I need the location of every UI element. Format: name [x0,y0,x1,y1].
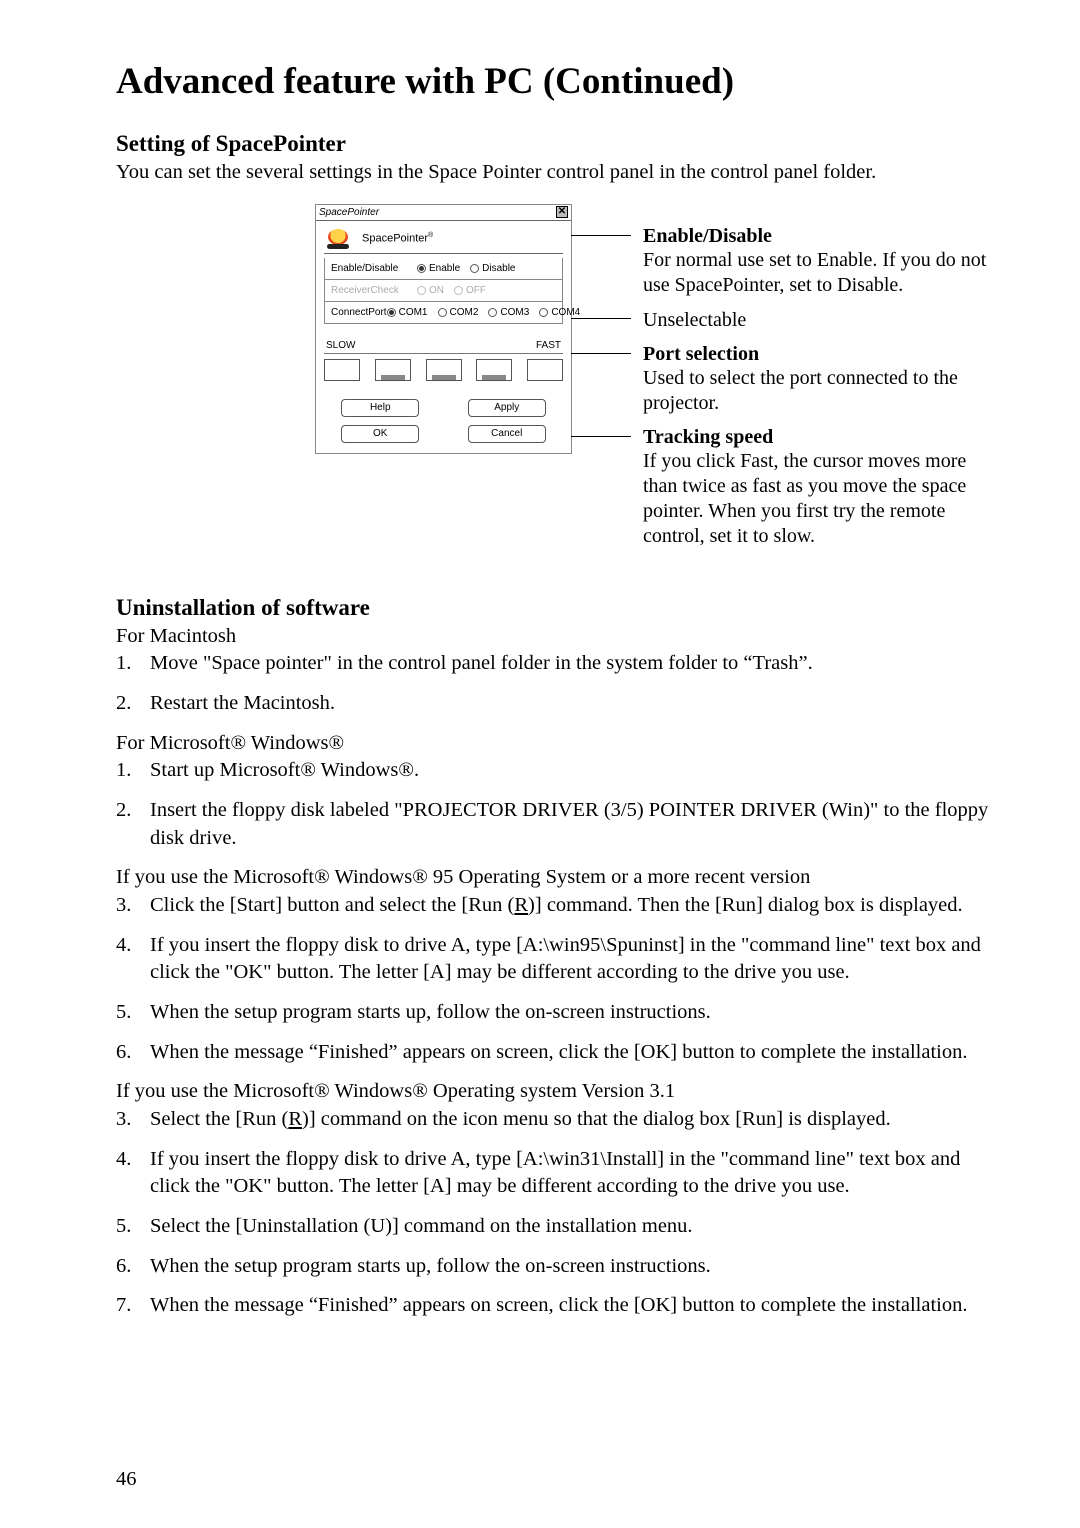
label-enable-disable: Enable/Disable [331,263,417,274]
radio-disable[interactable]: Disable [470,263,515,274]
win31-step6: When the setup program starts up, follow… [150,1253,992,1281]
help-button[interactable]: Help [341,399,419,417]
section-title-uninstall: Uninstallation of software [116,595,992,621]
label-connect-port: ConnectPort [331,307,387,318]
row-receiver-check: ReceiverCheck ON OFF [324,280,563,302]
win31-step4: If you insert the floppy disk to drive A… [150,1146,992,1201]
mac-step2: Restart the Macintosh. [150,690,992,718]
mac-step1: Move "Space pointer" in the control pane… [150,650,992,678]
win95-step3: Click the [Start] button and select the … [150,892,992,920]
win95-step4-num: 4. [116,932,150,987]
radio-receiver-off: OFF [454,285,486,296]
dialog-title-bar: SpacePointer ✕ [316,205,571,221]
callout-port-title: Port selection [643,343,992,366]
win95-step3-num: 3. [116,892,150,920]
page-title: Advanced feature with PC (Continued) [116,60,992,103]
row-connect-port: ConnectPort COM1 COM2 COM3 COM4 [324,302,563,324]
callout-unselectable: Unselectable [643,308,992,333]
callout-speed-title: Tracking speed [643,426,992,449]
dialog-title: SpacePointer [319,207,379,218]
spacepointer-desc: You can set the several settings in the … [116,159,992,187]
cancel-button[interactable]: Cancel [468,425,546,443]
mac-header: For Macintosh [116,623,992,651]
radio-com1[interactable]: COM1 [387,307,428,318]
win-step2-num: 2. [116,797,150,852]
win-header: For Microsoft® Windows® [116,730,992,758]
speed-label-slow: SLOW [326,340,355,351]
dialog-brand: SpacePointer® [324,227,563,254]
win31-header: If you use the Microsoft® Windows® Opera… [116,1078,992,1106]
speed-step-1[interactable] [324,359,360,381]
brand-name: SpacePointer® [362,232,433,245]
radio-enable[interactable]: Enable [417,263,460,274]
apply-button[interactable]: Apply [468,399,546,417]
radio-receiver-on: ON [417,285,444,296]
speed-step-4[interactable] [476,359,512,381]
win31-step3-num: 3. [116,1106,150,1134]
win-step2: Insert the floppy disk labeled "PROJECTO… [150,797,992,852]
page-number: 46 [116,1466,137,1494]
win95-header: If you use the Microsoft® Windows® 95 Op… [116,864,992,892]
win31-step5: Select the [Uninstallation (U)] command … [150,1213,992,1241]
radio-com2[interactable]: COM2 [438,307,479,318]
brand-logo-icon [324,227,352,251]
speed-label-fast: FAST [536,340,561,351]
mac-step2-num: 2. [116,690,150,718]
tracking-speed: SLOW FAST [324,340,563,381]
callout-enable-body: For normal use set to Enable. If you do … [643,248,992,298]
win31-step3: Select the [Run (R)] command on the icon… [150,1106,992,1134]
win95-step5-num: 5. [116,999,150,1027]
section-title-spacepointer: Setting of SpacePointer [116,131,992,157]
win31-step7: When the message “Finished” appears on s… [150,1292,992,1320]
win95-step6: When the message “Finished” appears on s… [150,1039,992,1067]
win-step1: Start up Microsoft® Windows®. [150,757,992,785]
win31-step7-num: 7. [116,1292,150,1320]
close-icon[interactable]: ✕ [556,206,568,218]
win31-step4-num: 4. [116,1146,150,1201]
speed-step-2[interactable] [375,359,411,381]
callout-enable-title: Enable/Disable [643,225,992,248]
win95-step5: When the setup program starts up, follow… [150,999,992,1027]
win95-step6-num: 6. [116,1039,150,1067]
speed-step-5[interactable] [527,359,563,381]
callout-port-body: Used to select the port connected to the… [643,366,992,416]
radio-com3[interactable]: COM3 [488,307,529,318]
win31-step5-num: 5. [116,1213,150,1241]
dialog-callouts: Enable/Disable For normal use set to Ena… [643,205,992,559]
win95-step4: If you insert the floppy disk to drive A… [150,932,992,987]
win-step1-num: 1. [116,757,150,785]
spacepointer-dialog: SpacePointer ✕ SpacePointer® Enable/Disa… [316,205,571,453]
ok-button[interactable]: OK [341,425,419,443]
win31-step6-num: 6. [116,1253,150,1281]
mac-step1-num: 1. [116,650,150,678]
label-receiver-check: ReceiverCheck [331,285,417,296]
speed-step-3[interactable] [426,359,462,381]
radio-com4[interactable]: COM4 [539,307,580,318]
row-enable-disable: Enable/Disable Enable Disable [324,258,563,280]
callout-speed-body: If you click Fast, the cursor moves more… [643,449,992,549]
